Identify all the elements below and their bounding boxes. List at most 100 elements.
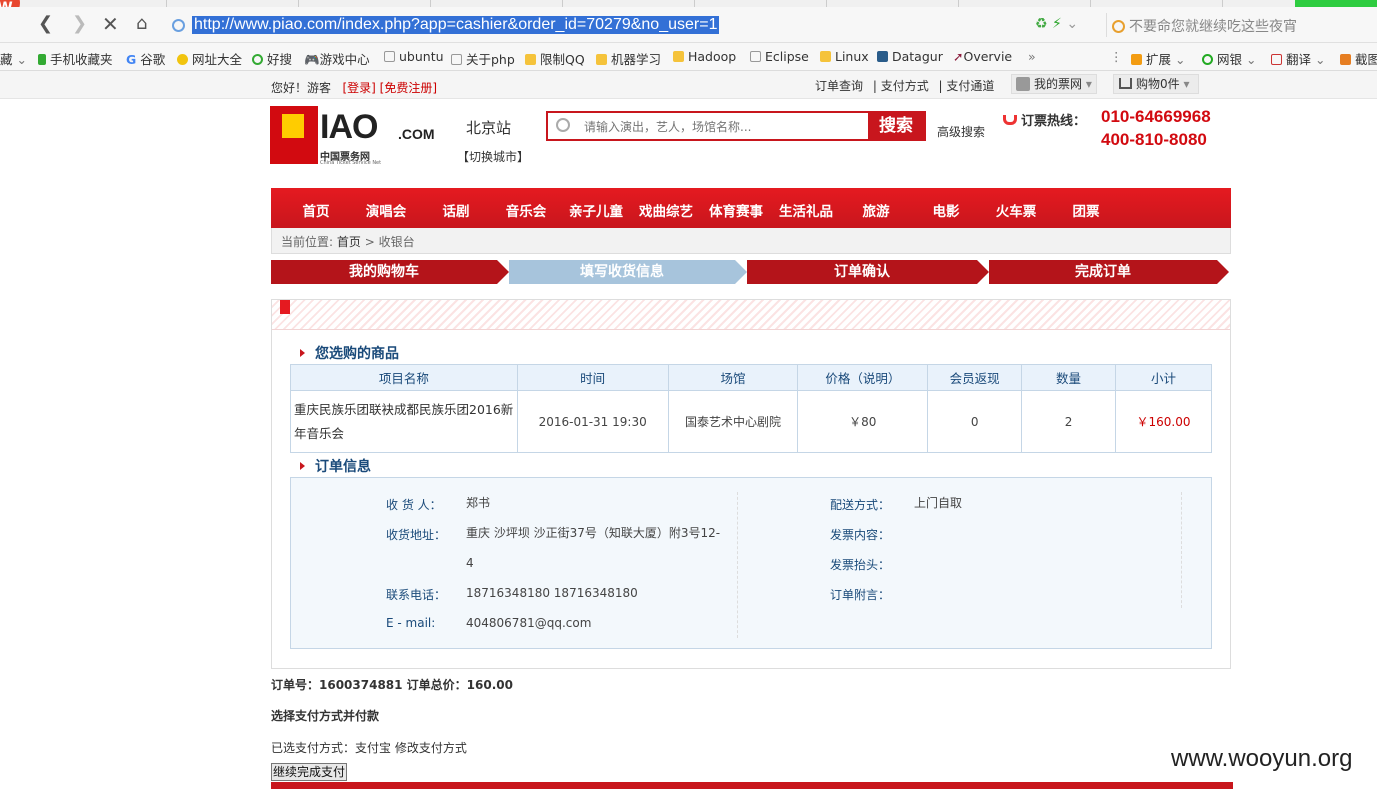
- nav-item-drama[interactable]: 话剧: [421, 200, 491, 220]
- bookmark-item[interactable]: Eclipse: [750, 49, 809, 64]
- column-header: 会员返现: [927, 364, 1023, 391]
- search-icon: [1112, 20, 1125, 33]
- bookmark-item[interactable]: 限制QQ: [525, 49, 585, 68]
- tab-indicator: [1295, 0, 1377, 7]
- search-button[interactable]: 搜索: [866, 113, 924, 139]
- bookmark-item[interactable]: 机器学习: [596, 49, 661, 68]
- bookmark-item[interactable]: 藏 ⌄: [0, 49, 27, 68]
- divider: [1106, 13, 1107, 37]
- nav-item-train[interactable]: 火车票: [981, 200, 1051, 220]
- payment-channel-link[interactable]: | 支付通道: [939, 79, 995, 93]
- bookmark-item[interactable]: 关于php: [451, 49, 515, 68]
- url-text[interactable]: http://www.piao.com/index.php?app=cashie…: [192, 16, 720, 34]
- bookmarks-bar: 藏 ⌄ 手机收藏夹 G 谷歌 网址大全 好搜 🎮游戏中心 ubuntu 关于ph…: [0, 43, 1377, 71]
- my-account-dropdown[interactable]: 我的票网 ▾: [1011, 74, 1097, 94]
- stop-loading-icon[interactable]: ✕: [102, 14, 119, 34]
- tab-divider: [694, 0, 695, 7]
- bookmark-item[interactable]: Datagur: [877, 49, 943, 64]
- cell-time: 2016-01-31 19:30: [516, 390, 669, 453]
- email-value: 404806781@qq.com: [466, 616, 592, 630]
- address-value: 重庆 沙坪坝 沙正街37号（知联大厦）附3号12-4: [466, 526, 721, 570]
- tab-divider: [826, 0, 827, 7]
- top-links: 订单查询 | 支付方式 | 支付通道: [815, 77, 1000, 94]
- bookmark-item[interactable]: 手机收藏夹: [38, 49, 113, 68]
- site-search-input[interactable]: [584, 117, 864, 137]
- bookmark-label: 限制QQ: [540, 52, 585, 67]
- nav-item-home[interactable]: 首页: [281, 200, 351, 220]
- login-link[interactable]: [登录]: [342, 81, 375, 95]
- cart-dropdown[interactable]: 购物0件 ▾: [1113, 74, 1199, 94]
- register-link[interactable]: [免费注册]: [380, 81, 437, 95]
- bookmark-label: 关于php: [466, 52, 515, 67]
- step-confirm: 订单确认: [747, 260, 989, 284]
- cell-subtotal: ￥160.00: [1115, 390, 1212, 453]
- breadcrumb-home-link[interactable]: 首页: [337, 235, 361, 249]
- page-icon: [384, 51, 395, 62]
- bullet-icon: [300, 349, 305, 357]
- step-cart: 我的购物车: [271, 260, 509, 284]
- nav-item-gifts[interactable]: 生活礼品: [771, 200, 841, 220]
- nav-item-music[interactable]: 音乐会: [491, 200, 561, 220]
- back-icon[interactable]: ❮: [38, 15, 53, 33]
- selected-payment-method[interactable]: 已选支付方式：支付宝 修改支付方式: [271, 739, 467, 756]
- divider: [737, 492, 738, 638]
- hotline-number-2: 400-810-8080: [1101, 130, 1207, 149]
- nav-item-kids[interactable]: 亲子儿童: [561, 200, 631, 220]
- bookmark-label: Eclipse: [765, 49, 809, 64]
- translate-button[interactable]: 翻译 ⌄: [1271, 49, 1325, 68]
- bookmark-label: ubuntu: [399, 49, 444, 64]
- nav-item-sports[interactable]: 体育赛事: [701, 200, 771, 220]
- home-icon[interactable]: ⌂: [136, 15, 147, 33]
- site-logo[interactable]: IAO .COM 中国票务网 China Ticket Service Net: [270, 106, 438, 166]
- logo-iao: IAO: [320, 108, 378, 146]
- switch-city-link[interactable]: 【切换城市】: [457, 148, 529, 165]
- address-label: 收货地址：: [386, 528, 447, 542]
- bookmark-item[interactable]: Linux: [820, 49, 869, 64]
- forward-icon[interactable]: ❯: [72, 15, 87, 33]
- screenshot-button[interactable]: 截图: [1340, 49, 1377, 68]
- nav-site-icon: [177, 54, 188, 65]
- bookmark-item[interactable]: 🎮游戏中心: [304, 49, 370, 68]
- payment-methods-link[interactable]: | 支付方式: [873, 79, 929, 93]
- bookmarks-more[interactable]: »: [1028, 49, 1036, 64]
- extensions-button[interactable]: 扩展 ⌄: [1131, 49, 1185, 68]
- continue-payment-button[interactable]: 继续完成支付: [271, 763, 347, 781]
- chart-icon: [877, 51, 888, 62]
- nav-item-opera[interactable]: 戏曲综艺: [631, 200, 701, 220]
- nav-item-movie[interactable]: 电影: [911, 200, 981, 220]
- bookmark-label: Datagur: [892, 49, 943, 64]
- invoice-title-label: 发票抬头：: [830, 558, 891, 572]
- order-section-title-text: 订单信息: [315, 459, 371, 475]
- globe-icon: [172, 19, 185, 32]
- bookmark-item[interactable]: Hadoop: [673, 49, 736, 64]
- bookmark-label: Overvie: [963, 49, 1013, 64]
- advanced-search-link[interactable]: 高级搜索: [937, 123, 985, 140]
- order-query-link[interactable]: 订单查询: [815, 79, 863, 93]
- tab-divider: [1090, 0, 1091, 7]
- bookmark-item[interactable]: 好搜: [252, 49, 292, 68]
- menu-dots-icon[interactable]: ⋮: [1110, 49, 1123, 64]
- nav-item-group[interactable]: 团票: [1051, 200, 1121, 220]
- bookmark-item[interactable]: 网址大全: [177, 49, 242, 68]
- browser-search-placeholder: 不要命您就继续吃这些夜宵: [1129, 19, 1297, 35]
- step-label: 完成订单: [1075, 264, 1131, 280]
- nav-item-concert[interactable]: 演唱会: [351, 200, 421, 220]
- google-icon: G: [126, 52, 137, 67]
- bookmark-label: Linux: [835, 49, 869, 64]
- addr-tool-icons[interactable]: ♻ ⚡ ⌄: [1035, 16, 1078, 32]
- table-row: 重庆民族乐团联袂成都民族乐团2016新年音乐会 2016-01-31 19:30…: [290, 390, 1212, 453]
- bookmark-item[interactable]: ➚Overvie: [953, 49, 1012, 64]
- haosou-icon: [252, 54, 263, 65]
- bookmark-label: 机器学习: [611, 52, 662, 67]
- bookmark-item[interactable]: ubuntu: [384, 49, 444, 64]
- bank-button[interactable]: 网银 ⌄: [1202, 49, 1256, 68]
- hotline-number-1: 010-64669968: [1101, 107, 1211, 126]
- nav-item-travel[interactable]: 旅游: [841, 200, 911, 220]
- order-info-box: 收 货 人： 郑书 收货地址： 重庆 沙坪坝 沙正街37号（知联大厦）附3号12…: [290, 477, 1212, 649]
- url-field[interactable]: http://www.piao.com/index.php?app=cashie…: [166, 11, 1106, 39]
- step-fill-info: 填写收货信息: [509, 260, 747, 284]
- bullet-icon: [300, 462, 305, 470]
- bookmark-item[interactable]: G 谷歌: [126, 49, 165, 68]
- browser-search-field[interactable]: 不要命您就继续吃这些夜宵: [1112, 16, 1297, 36]
- tab-divider: [958, 0, 959, 7]
